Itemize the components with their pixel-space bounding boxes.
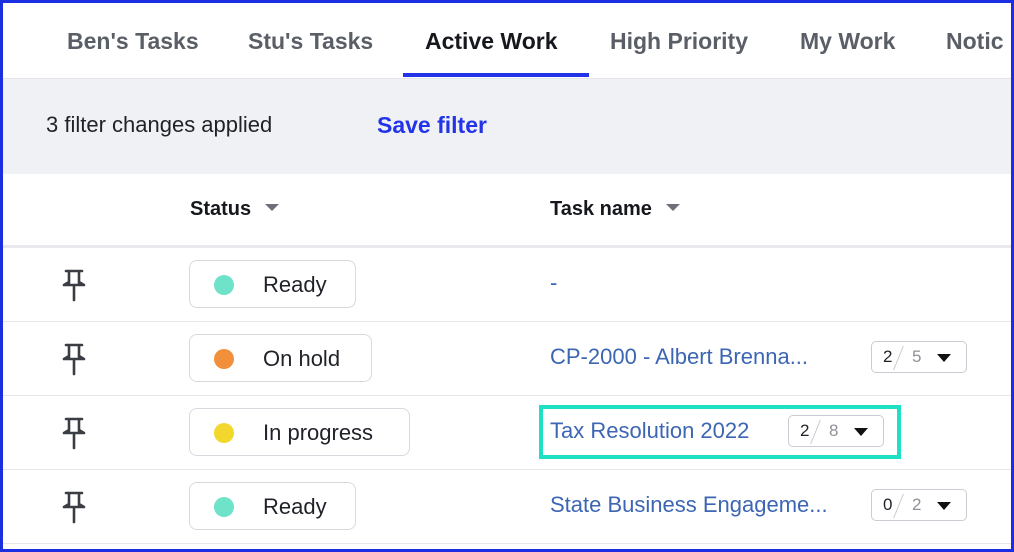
- status-dot: [214, 349, 234, 369]
- pin-icon[interactable]: [59, 490, 89, 524]
- subtask-counter-dropdown[interactable]: 2 5: [871, 341, 967, 373]
- status-badge[interactable]: In progress: [189, 408, 410, 456]
- table-row: On hold CP-2000 - Albert Brenna... 2 5: [3, 322, 1011, 396]
- status-label: Ready: [263, 272, 327, 297]
- chevron-down-icon: [937, 354, 951, 362]
- subtask-counter-dropdown[interactable]: 0 2: [871, 489, 967, 521]
- divider: [893, 345, 904, 371]
- tab-notic[interactable]: Notic: [946, 3, 1004, 78]
- task-link[interactable]: Tax Resolution 2022: [550, 418, 749, 444]
- pin-icon[interactable]: [59, 416, 89, 450]
- subtask-done-count: 2: [800, 421, 810, 440]
- task-link[interactable]: -: [550, 270, 557, 296]
- task-link[interactable]: CP-2000 - Albert Brenna...: [550, 344, 808, 370]
- subtask-total-count: 2: [912, 495, 922, 514]
- table-row: In progress Tax Resolution 2022 2 8: [3, 396, 1011, 470]
- chevron-down-icon: [937, 502, 951, 510]
- status-dot: [214, 275, 234, 295]
- subtask-counter-dropdown[interactable]: 2 8: [788, 415, 884, 447]
- column-header-label: Status: [190, 198, 252, 220]
- pin-icon[interactable]: [59, 342, 89, 376]
- status-label: On hold: [263, 346, 341, 371]
- chevron-down-icon: [854, 428, 868, 436]
- tab-my-work[interactable]: My Work: [800, 3, 895, 78]
- tab-bar: Ben's Tasks Stu's Tasks Active Work High…: [3, 3, 1011, 79]
- subtask-done-count: 2: [883, 347, 893, 366]
- pin-icon[interactable]: [59, 268, 89, 302]
- table-row: Ready -: [3, 248, 1011, 322]
- tab-stus-tasks[interactable]: Stu's Tasks: [248, 3, 373, 78]
- table-row: Ready State Business Engageme... 0 2: [3, 470, 1011, 544]
- caret-down-icon: [265, 204, 280, 212]
- status-badge[interactable]: Ready: [189, 260, 356, 308]
- tab-bens-tasks[interactable]: Ben's Tasks: [67, 3, 199, 78]
- active-tab-indicator: [403, 73, 589, 77]
- save-filter-button[interactable]: Save filter: [377, 112, 487, 139]
- filter-summary: 3 filter changes applied: [46, 112, 273, 137]
- task-link[interactable]: State Business Engageme...: [550, 492, 828, 518]
- divider: [893, 493, 904, 519]
- column-header-status[interactable]: Status: [190, 198, 280, 221]
- filter-bar: 3 filter changes applied Save filter: [3, 79, 1011, 174]
- column-header-task-name[interactable]: Task name: [550, 198, 680, 221]
- status-badge[interactable]: On hold: [189, 334, 372, 382]
- subtask-total-count: 5: [912, 347, 922, 366]
- column-header-label: Task name: [550, 198, 652, 220]
- status-label: Ready: [263, 494, 327, 519]
- subtask-total-count: 8: [829, 421, 839, 440]
- status-dot: [214, 497, 234, 517]
- status-badge[interactable]: Ready: [189, 482, 356, 530]
- tab-high-priority[interactable]: High Priority: [610, 3, 748, 78]
- status-label: In progress: [263, 420, 374, 445]
- table-header: Status Task name: [3, 174, 1011, 248]
- divider: [810, 419, 821, 445]
- subtask-done-count: 0: [883, 495, 893, 514]
- caret-down-icon: [665, 204, 680, 212]
- tab-active-work[interactable]: Active Work: [425, 3, 558, 78]
- status-dot: [214, 423, 234, 443]
